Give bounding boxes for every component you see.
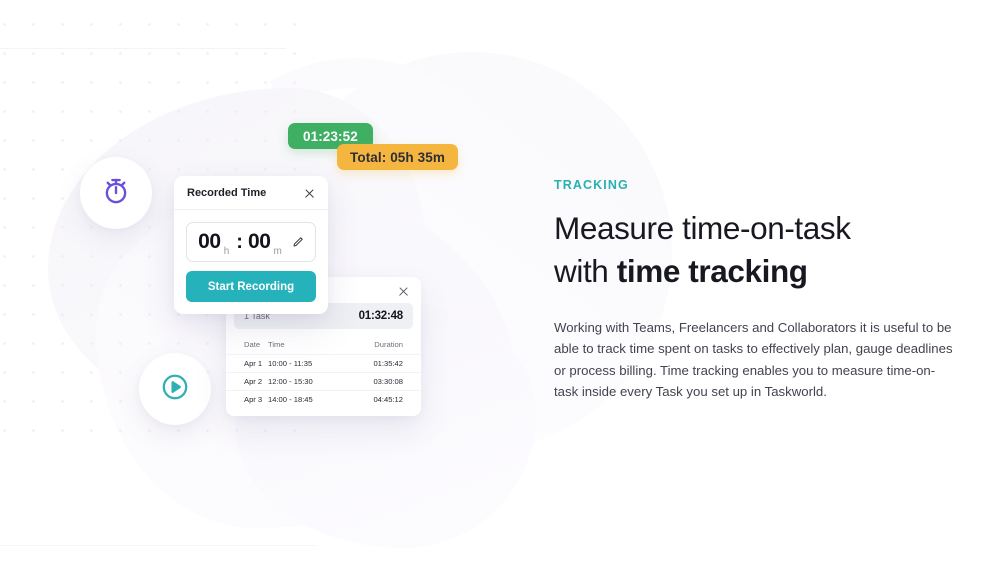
- table-row[interactable]: Apr 1 10:00 - 11:35 01:35:42: [226, 354, 421, 373]
- table-row[interactable]: Apr 3 14:00 - 18:45 04:45:12: [226, 390, 421, 408]
- column-header-date: Date: [244, 340, 261, 349]
- hours-unit: h: [223, 246, 230, 257]
- play-circle-icon: [159, 371, 191, 408]
- stopwatch-icon: [101, 176, 131, 211]
- cell-duration: 01:35:42: [346, 354, 421, 373]
- table-header-row: Date Time Duration: [226, 335, 421, 355]
- cell-time: 10:00 - 11:35: [268, 354, 346, 373]
- task-total-time: 01:32:48: [358, 310, 404, 322]
- close-icon[interactable]: [304, 188, 315, 199]
- hours-value: 00: [198, 230, 221, 253]
- cell-time: 12:00 - 15:30: [268, 372, 346, 391]
- section-eyebrow: TRACKING: [554, 178, 629, 192]
- cell-date: Apr 2: [226, 372, 268, 391]
- running-timer-value: 01:23:52: [303, 128, 358, 144]
- column-header-time: Time: [268, 340, 285, 349]
- recorded-time-title: Recorded Time: [187, 187, 267, 199]
- page-title: Measure time-on-task with time tracking: [554, 207, 954, 294]
- cell-duration: 03:30:08: [346, 372, 421, 391]
- play-icon-badge: [139, 353, 211, 425]
- minutes-unit: m: [273, 246, 282, 257]
- close-icon[interactable]: [398, 286, 409, 297]
- cell-time: 14:00 - 18:45: [268, 390, 346, 408]
- feature-content-panel: TRACKING Measure time-on-task with time …: [554, 178, 954, 402]
- cell-duration: 04:45:12: [346, 390, 421, 408]
- total-time-value: Total: 05h 35m: [350, 149, 445, 165]
- recorded-time-header: Recorded Time: [174, 176, 328, 210]
- time-log-table: Date Time Duration Apr 1 10:00 - 11:35 0…: [226, 335, 421, 408]
- recorded-time-card: Recorded Time 00 h : 00 m Start Recordin…: [174, 176, 328, 314]
- body-paragraph: Working with Teams, Freelancers and Coll…: [554, 319, 953, 400]
- duration-input[interactable]: 00 h : 00 m: [186, 222, 316, 262]
- headline-emphasis: time tracking: [616, 253, 808, 290]
- total-time-badge: Total: 05h 35m: [337, 144, 458, 170]
- headline-line-2-prefix: with: [554, 253, 617, 290]
- start-recording-button[interactable]: Start Recording: [186, 271, 316, 302]
- recorded-time-body: 00 h : 00 m Start Recording: [174, 210, 328, 314]
- headline-line-1: Measure time-on-task: [554, 210, 851, 246]
- cell-date: Apr 3: [226, 390, 268, 408]
- minutes-value: 00: [247, 230, 271, 253]
- pencil-icon[interactable]: [292, 236, 304, 248]
- column-header-duration: Duration: [374, 340, 403, 349]
- cell-date: Apr 1: [226, 354, 268, 373]
- product-illustration: 01:23:52 Total: 05h 35m Recorded Time 00…: [0, 0, 520, 563]
- stopwatch-icon-badge: [80, 157, 152, 229]
- time-separator: :: [236, 230, 243, 253]
- table-row[interactable]: Apr 2 12:00 - 15:30 03:30:08: [226, 372, 421, 391]
